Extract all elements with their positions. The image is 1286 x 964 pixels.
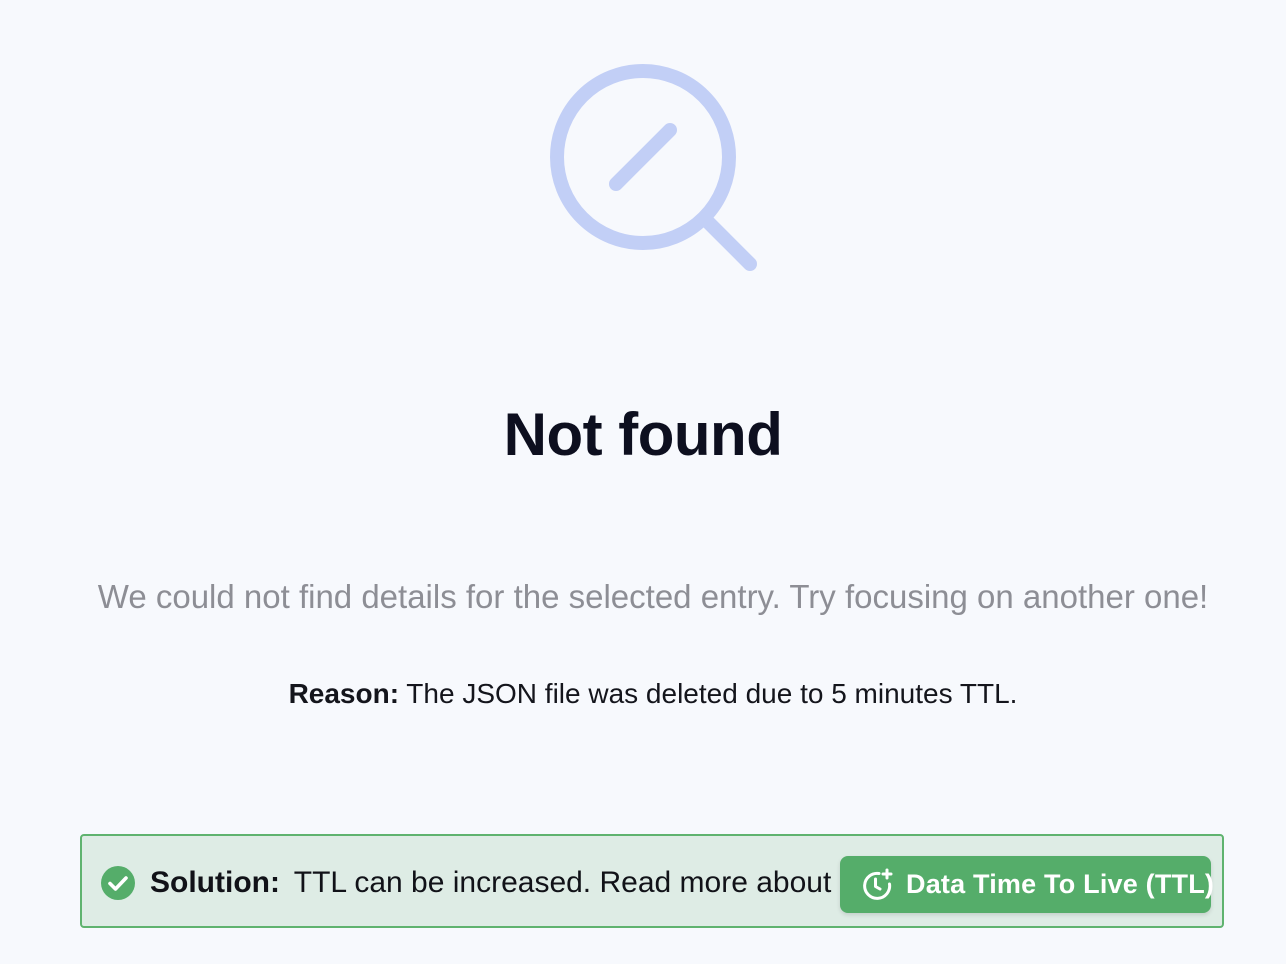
solution-text: Solution: TTL can be increased. Read mor… (150, 862, 831, 904)
solution-message: TTL can be increased. Read more about (293, 866, 832, 899)
data-ttl-button[interactable]: Data Time To Live (TTL) (840, 856, 1215, 913)
clock-plus-icon (863, 868, 893, 900)
page-title: Not found (503, 401, 783, 468)
check-circle-icon (101, 866, 135, 900)
reason-text: The JSON file was deleted due to 5 minut… (399, 678, 1018, 709)
reason-line: Reason: The JSON file was deleted due to… (0, 674, 1286, 714)
search-icon (550, 64, 757, 271)
data-ttl-button-label: Data Time To Live (TTL) (906, 869, 1215, 899)
reason-label: Reason: (288, 678, 400, 709)
solution-banner: Solution: TTL can be increased. Read mor… (80, 834, 1224, 928)
not-found-description: We could not find details for the select… (97, 578, 1209, 615)
solution-label: Solution: (150, 866, 280, 899)
